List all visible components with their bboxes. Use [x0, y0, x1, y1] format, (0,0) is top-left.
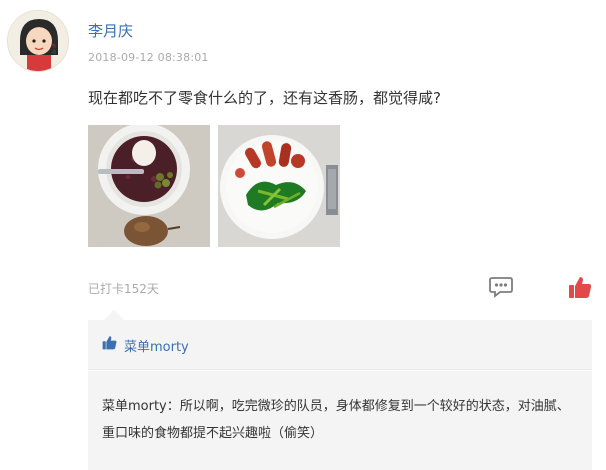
svg-text:动: 动	[52, 48, 56, 54]
comment-panel: 菜单morty：所以啊，吃完微珍的队员，身体都修复到一个较好的状态，对油腻、重口…	[88, 371, 592, 470]
photo-porridge[interactable]	[88, 125, 210, 247]
post-timestamp: 2018-09-12 08:38:01	[88, 51, 209, 64]
checkin-days: 已打卡152天	[88, 282, 159, 296]
likes-pointer	[104, 310, 124, 320]
photo-sausage-vegetables[interactable]	[218, 125, 340, 247]
comment-author[interactable]: 菜单morty：	[102, 399, 180, 414]
sausage-plate-photo-image	[218, 125, 340, 247]
post-text: 现在都吃不了零食什么的了，还有这香肠，都觉得咸?	[88, 89, 441, 107]
liker-name[interactable]: 菜单morty	[124, 336, 189, 355]
comment-icon[interactable]	[489, 276, 513, 298]
thumbs-up-icon[interactable]	[568, 275, 592, 299]
avatar[interactable]: 吃 动	[7, 10, 69, 72]
likes-panel: 菜单morty	[88, 320, 592, 370]
username[interactable]: 李月庆	[88, 20, 133, 41]
porridge-photo-image	[88, 125, 210, 247]
cartoon-girl-avatar-icon: 吃 动	[8, 11, 68, 71]
likes-thumbs-up-icon	[102, 335, 117, 350]
comment-item: 菜单morty：所以啊，吃完微珍的队员，身体都修复到一个较好的状态，对油腻、重口…	[102, 393, 582, 447]
svg-text:吃: 吃	[52, 42, 56, 48]
